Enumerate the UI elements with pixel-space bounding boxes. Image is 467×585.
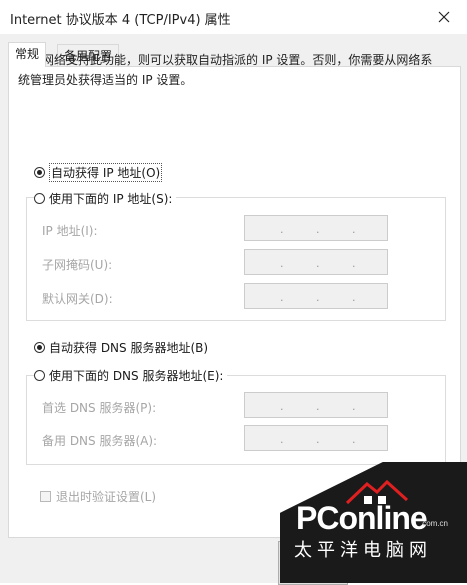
- auto-dns-label: 自动获得 DNS 服务器地址(B): [49, 341, 209, 355]
- description-text: 如果网络支持此功能，则可以获取自动指派的 IP 设置。否则，你需要从网络系统管理…: [18, 53, 433, 87]
- ip-dot: .: [352, 400, 356, 413]
- close-icon: [438, 11, 450, 23]
- ip-dot: .: [316, 291, 320, 304]
- watermark-domain: .com.cn: [420, 519, 449, 528]
- default-gateway-field[interactable]: . . .: [244, 283, 388, 309]
- auto-ip-radio-dot: [34, 167, 45, 178]
- watermark-brand: PConline: [296, 500, 428, 536]
- ip-dot: .: [280, 257, 284, 270]
- ip-dot: .: [352, 257, 356, 270]
- ip-dot: .: [316, 223, 320, 236]
- ip-dot: .: [280, 223, 284, 236]
- ip-dot: .: [280, 433, 284, 446]
- manual-ip-radio-dot: [34, 193, 45, 204]
- default-gateway-label: 默认网关(D):: [42, 292, 113, 306]
- subnet-mask-field[interactable]: . . .: [244, 249, 388, 275]
- dns-settings-group: [26, 375, 446, 465]
- alternate-dns-field[interactable]: . . .: [244, 425, 388, 451]
- ip-dot: .: [352, 291, 356, 304]
- manual-dns-label: 使用下面的 DNS 服务器地址(E):: [49, 369, 224, 383]
- auto-dns-radio-dot: [34, 342, 45, 353]
- manual-ip-radio[interactable]: 使用下面的 IP 地址(S):: [34, 190, 177, 207]
- auto-dns-radio[interactable]: 自动获得 DNS 服务器地址(B): [34, 339, 213, 356]
- validate-on-exit-checkbox[interactable]: 退出时验证设置(L): [40, 488, 156, 505]
- window-title: Internet 协议版本 4 (TCP/IPv4) 属性: [10, 13, 231, 28]
- validate-checkbox-box: [40, 491, 51, 502]
- auto-ip-label: 自动获得 IP 地址(O): [49, 163, 163, 182]
- ip-dot: .: [316, 400, 320, 413]
- tab-general[interactable]: 常规: [8, 42, 47, 67]
- manual-dns-radio-dot: [34, 370, 45, 381]
- ip-dot: .: [316, 433, 320, 446]
- manual-ip-label: 使用下面的 IP 地址(S):: [49, 192, 173, 206]
- ip-dot: .: [316, 257, 320, 270]
- tcp-ipv4-properties-dialog: Internet 协议版本 4 (TCP/IPv4) 属性 常规 备用配置 如果…: [0, 0, 467, 585]
- ip-dot: .: [352, 223, 356, 236]
- subnet-mask-label: 子网掩码(U):: [42, 258, 113, 272]
- auto-ip-radio[interactable]: 自动获得 IP 地址(O): [34, 163, 167, 182]
- validate-checkbox-label: 退出时验证设置(L): [56, 490, 157, 504]
- close-button[interactable]: [421, 0, 467, 34]
- alternate-dns-label: 备用 DNS 服务器(A):: [42, 434, 158, 448]
- title-bar: Internet 协议版本 4 (TCP/IPv4) 属性: [0, 0, 467, 34]
- preferred-dns-field[interactable]: . . .: [244, 392, 388, 418]
- ip-dot: .: [280, 400, 284, 413]
- watermark-subtitle: 太平洋电脑网: [294, 540, 432, 561]
- preferred-dns-label: 首选 DNS 服务器(P):: [42, 401, 157, 415]
- ip-dot: .: [352, 433, 356, 446]
- ip-address-label: IP 地址(I):: [42, 224, 98, 238]
- manual-dns-radio[interactable]: 使用下面的 DNS 服务器地址(E):: [34, 367, 228, 384]
- ip-address-field[interactable]: . . .: [244, 215, 388, 241]
- ip-dot: .: [280, 291, 284, 304]
